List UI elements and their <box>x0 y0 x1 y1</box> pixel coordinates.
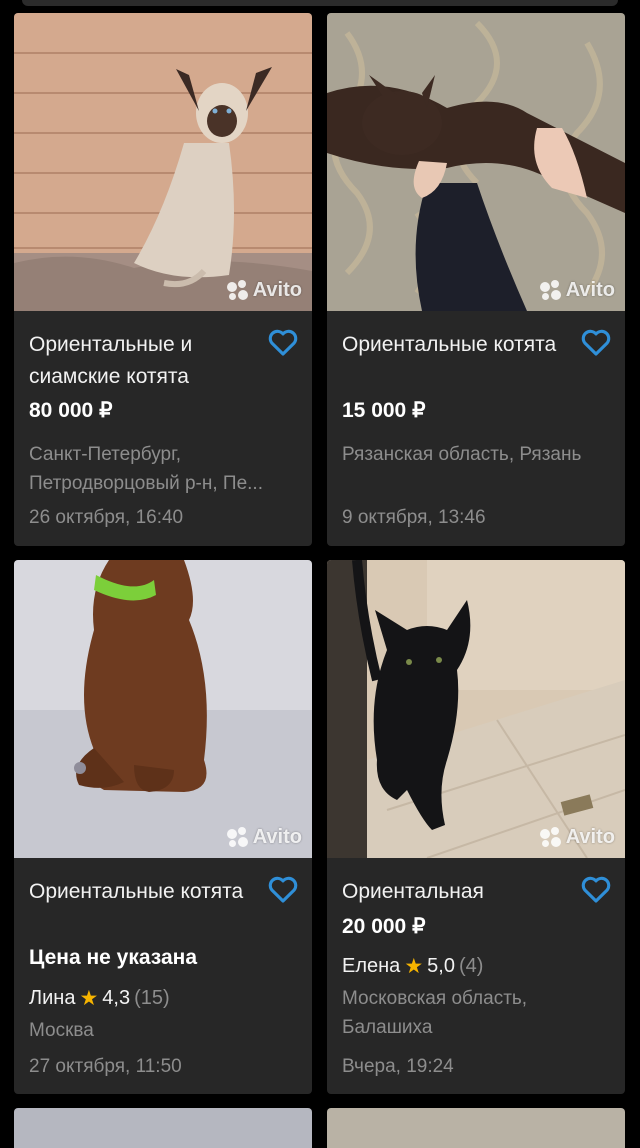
heart-outline-icon[interactable] <box>579 872 613 906</box>
location-line-2: Балашиха <box>342 1017 433 1038</box>
avito-logo-icon <box>226 279 249 302</box>
previous-card-edge <box>22 0 618 6</box>
location-line-2: Петродворцовый р-н, Пе... <box>29 473 263 494</box>
seller-rating: 5,0 <box>427 955 455 977</box>
listing-price: 80 000 ₽ <box>29 399 113 422</box>
avito-logo-icon <box>539 826 562 849</box>
heart-outline-icon[interactable] <box>266 872 300 906</box>
location-line-1: Москва <box>29 1020 94 1041</box>
listing-card-3[interactable]: Avito Ориентальные котята Цена не указан… <box>14 560 312 1094</box>
listing-title[interactable]: Ориентальные и сиамские котята <box>29 329 259 393</box>
location-line-1: Санкт-Петербург, <box>29 444 181 465</box>
listing-date: 26 октября, 16:40 <box>29 507 184 528</box>
listing-location: Москва <box>29 1016 301 1045</box>
location-line-1: Московская область, <box>342 988 528 1009</box>
listing-price: 20 000 ₽ <box>342 915 426 938</box>
seller-review-count: (4) <box>458 955 484 977</box>
avito-watermark: Avito <box>226 826 302 849</box>
listing-location: Санкт-Петербург, Петродворцовый р-н, Пе.… <box>29 440 301 498</box>
avito-watermark: Avito <box>226 279 302 302</box>
listing-price: Цена не указана <box>29 946 197 969</box>
listing-card-2[interactable]: Avito Ориентальные котята 15 000 ₽ Рязан… <box>327 13 625 546</box>
listing-date: 9 октября, 13:46 <box>342 507 486 528</box>
listing-location: Московская область, Балашиха <box>342 984 614 1042</box>
seller-name: Елена <box>342 955 401 977</box>
seller-info[interactable]: Лина ★ 4,3 (15) <box>29 986 170 1011</box>
avito-watermark-text: Avito <box>565 279 615 301</box>
listing-price: 15 000 ₽ <box>342 399 426 422</box>
listing-photo[interactable]: Avito <box>327 13 625 311</box>
star-icon: ★ <box>404 955 424 978</box>
seller-rating: 4,3 <box>102 987 131 1009</box>
heart-outline-icon[interactable] <box>266 325 300 359</box>
avito-watermark: Avito <box>539 279 615 302</box>
listing-card-6-photo[interactable] <box>327 1108 625 1148</box>
listing-photo[interactable]: Avito <box>327 560 625 858</box>
listing-card-5-photo[interactable] <box>14 1108 312 1148</box>
listing-title[interactable]: Ориентальные котята <box>342 329 572 361</box>
location-line-1: Рязанская область, Рязань <box>342 444 582 465</box>
avito-logo-icon <box>226 826 249 849</box>
listing-date: 27 октября, 11:50 <box>29 1056 182 1077</box>
avito-watermark-text: Avito <box>252 826 302 848</box>
avito-watermark: Avito <box>539 826 615 849</box>
avito-watermark-text: Avito <box>252 279 302 301</box>
avito-watermark-text: Avito <box>565 826 615 848</box>
listing-card-4[interactable]: Avito Ориентальная 20 000 ₽ Елена ★ 5,0 … <box>327 560 625 1094</box>
listing-date: Вчера, 19:24 <box>342 1056 454 1077</box>
listing-title[interactable]: Ориентальные котята <box>29 876 259 908</box>
listing-title[interactable]: Ориентальная <box>342 876 572 908</box>
listing-location: Рязанская область, Рязань <box>342 440 614 469</box>
heart-outline-icon[interactable] <box>579 325 613 359</box>
seller-name: Лина <box>29 987 76 1009</box>
listing-photo[interactable]: Avito <box>14 13 312 311</box>
seller-info[interactable]: Елена ★ 5,0 (4) <box>342 954 483 979</box>
avito-logo-icon <box>539 279 562 302</box>
listing-photo[interactable]: Avito <box>14 560 312 858</box>
star-icon: ★ <box>79 987 99 1010</box>
listing-card-1[interactable]: Avito Ориентальные и сиамские котята 80 … <box>14 13 312 546</box>
seller-review-count: (15) <box>134 987 170 1009</box>
